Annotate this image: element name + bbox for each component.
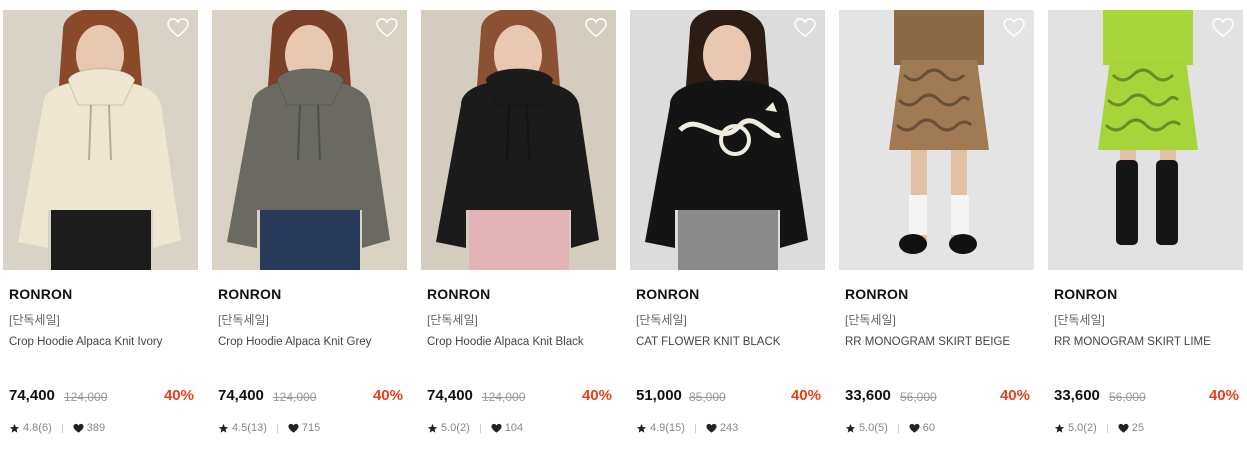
product-thumbnail[interactable] xyxy=(3,10,198,270)
heart-outline-icon[interactable] xyxy=(1003,18,1025,38)
discount-rate: 40% xyxy=(163,387,194,404)
discount-rate: 40% xyxy=(790,387,821,404)
product-name[interactable]: Crop Hoodie Alpaca Knit Grey xyxy=(218,336,371,348)
product-photo[interactable] xyxy=(212,10,407,270)
product-meta: 5.0(5) 60 xyxy=(845,422,935,434)
promo-tag: [단독세일] xyxy=(1054,313,1105,327)
original-price: 124,000 xyxy=(64,390,108,404)
promo-tag: [단독세일] xyxy=(218,313,269,327)
product-card[interactable]: RONRON [단독세일] RR MONOGRAM SKIRT BEIGE 33… xyxy=(839,10,1034,460)
original-price: 56,000 xyxy=(1109,390,1146,404)
promo-tag: [단독세일] xyxy=(427,313,478,327)
rating-text: 5.0(2) xyxy=(441,422,470,434)
product-meta: 4.9(15) 243 xyxy=(636,422,738,434)
product-meta: 5.0(2) 25 xyxy=(1054,422,1144,434)
original-price: 124,000 xyxy=(482,390,526,404)
product-thumbnail[interactable] xyxy=(421,10,616,270)
discount-rate: 40% xyxy=(1208,387,1239,404)
discount-rate: 40% xyxy=(581,387,612,404)
heart-outline-icon[interactable] xyxy=(1212,18,1234,38)
sale-price: 74,400 xyxy=(218,387,264,404)
product-thumbnail[interactable] xyxy=(630,10,825,270)
heart-icon xyxy=(1118,423,1129,433)
product-card[interactable]: RONRON [단독세일] CAT FLOWER KNIT BLACK 51,0… xyxy=(630,10,825,460)
rating-text: 5.0(5) xyxy=(859,422,888,434)
divider xyxy=(1106,423,1108,433)
heart-outline-icon[interactable] xyxy=(376,18,398,38)
brand-name[interactable]: RONRON xyxy=(845,286,908,302)
sale-price: 33,600 xyxy=(845,387,891,404)
product-meta: 4.8(6) 389 xyxy=(9,422,105,434)
star-icon xyxy=(1054,423,1065,433)
heart-icon xyxy=(909,423,920,433)
rating-text: 5.0(2) xyxy=(1068,422,1097,434)
original-price: 56,000 xyxy=(900,390,937,404)
brand-name[interactable]: RONRON xyxy=(427,286,490,302)
star-icon xyxy=(636,423,647,433)
product-grid: RONRON [단독세일] Crop Hoodie Alpaca Knit Iv… xyxy=(0,0,1247,470)
product-name[interactable]: Crop Hoodie Alpaca Knit Black xyxy=(427,336,584,348)
promo-tag: [단독세일] xyxy=(845,313,896,327)
sale-price: 74,400 xyxy=(9,387,55,404)
rating-text: 4.9(15) xyxy=(650,422,685,434)
product-card[interactable]: RONRON [단독세일] Crop Hoodie Alpaca Knit Iv… xyxy=(3,10,198,460)
like-count: 715 xyxy=(301,422,321,434)
like-count: 104 xyxy=(504,422,524,434)
divider xyxy=(479,423,481,433)
product-card[interactable]: RONRON [단독세일] Crop Hoodie Alpaca Knit Gr… xyxy=(212,10,407,460)
sale-price: 74,400 xyxy=(427,387,473,404)
heart-icon xyxy=(706,423,717,433)
product-name[interactable]: RR MONOGRAM SKIRT LIME xyxy=(1054,336,1211,348)
product-thumbnail[interactable] xyxy=(1048,10,1243,270)
brand-name[interactable]: RONRON xyxy=(636,286,699,302)
star-icon xyxy=(218,423,229,433)
brand-name[interactable]: RONRON xyxy=(1054,286,1117,302)
product-meta: 5.0(2) 104 xyxy=(427,422,523,434)
promo-tag: [단독세일] xyxy=(9,313,60,327)
like-count: 243 xyxy=(719,422,739,434)
heart-outline-icon[interactable] xyxy=(585,18,607,38)
product-thumbnail[interactable] xyxy=(212,10,407,270)
product-photo[interactable] xyxy=(421,10,616,270)
product-name[interactable]: RR MONOGRAM SKIRT BEIGE xyxy=(845,336,1010,348)
product-photo[interactable] xyxy=(3,10,198,270)
product-photo[interactable] xyxy=(1048,10,1243,270)
discount-rate: 40% xyxy=(372,387,403,404)
original-price: 85,000 xyxy=(689,390,726,404)
divider xyxy=(61,423,63,433)
product-thumbnail[interactable] xyxy=(839,10,1034,270)
product-photo[interactable] xyxy=(630,10,825,270)
heart-icon xyxy=(288,423,299,433)
heart-icon xyxy=(491,423,502,433)
heart-outline-icon[interactable] xyxy=(794,18,816,38)
rating-text: 4.5(13) xyxy=(232,422,267,434)
discount-rate: 40% xyxy=(999,387,1030,404)
divider xyxy=(694,423,696,433)
star-icon xyxy=(427,423,438,433)
product-photo[interactable] xyxy=(839,10,1034,270)
sale-price: 33,600 xyxy=(1054,387,1100,404)
rating-text: 4.8(6) xyxy=(23,422,52,434)
divider xyxy=(276,423,278,433)
promo-tag: [단독세일] xyxy=(636,313,687,327)
like-count: 389 xyxy=(86,422,106,434)
original-price: 124,000 xyxy=(273,390,317,404)
product-name[interactable]: Crop Hoodie Alpaca Knit Ivory xyxy=(9,336,162,348)
star-icon xyxy=(9,423,20,433)
divider xyxy=(897,423,899,433)
sale-price: 51,000 xyxy=(636,387,682,404)
brand-name[interactable]: RONRON xyxy=(9,286,72,302)
product-card[interactable]: RONRON [단독세일] Crop Hoodie Alpaca Knit Bl… xyxy=(421,10,616,460)
star-icon xyxy=(845,423,856,433)
product-meta: 4.5(13) 715 xyxy=(218,422,320,434)
heart-outline-icon[interactable] xyxy=(167,18,189,38)
brand-name[interactable]: RONRON xyxy=(218,286,281,302)
product-card[interactable]: RONRON [단독세일] RR MONOGRAM SKIRT LIME 33,… xyxy=(1048,10,1243,460)
product-name[interactable]: CAT FLOWER KNIT BLACK xyxy=(636,336,780,348)
heart-icon xyxy=(73,423,84,433)
like-count: 60 xyxy=(922,422,935,434)
like-count: 25 xyxy=(1131,422,1144,434)
